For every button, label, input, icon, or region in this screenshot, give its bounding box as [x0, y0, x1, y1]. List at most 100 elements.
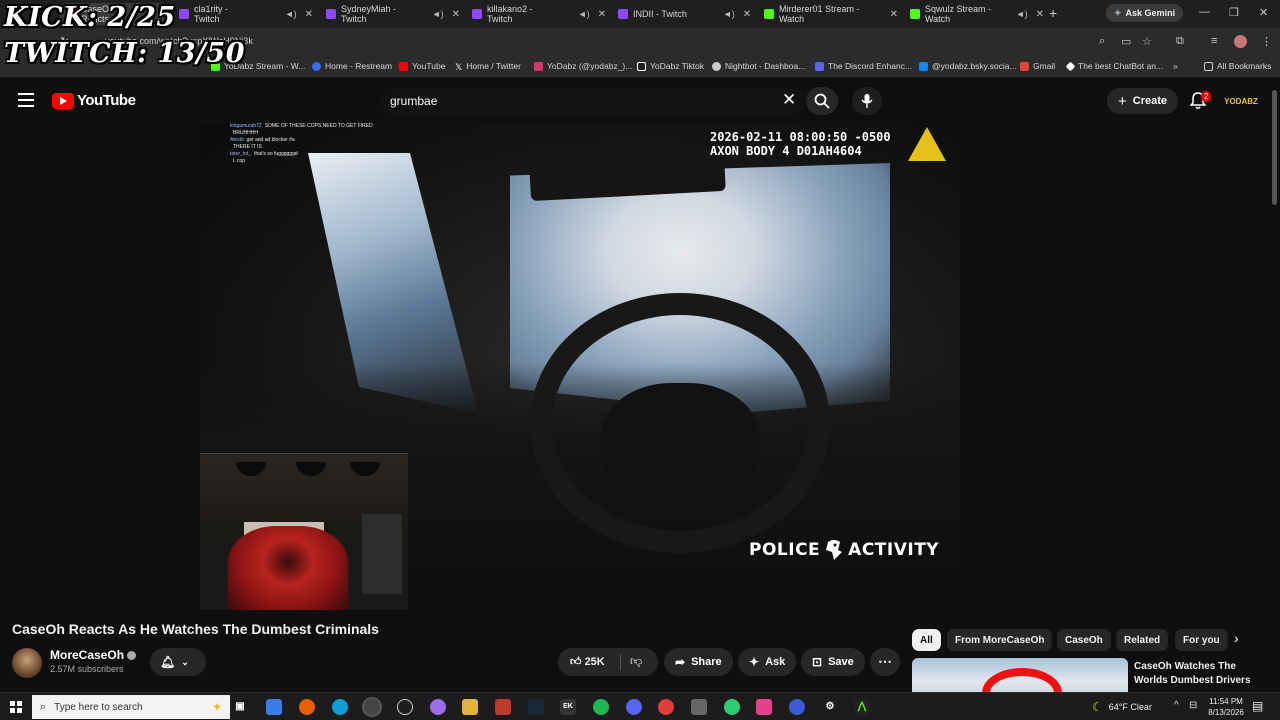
chrome-icon[interactable] — [364, 699, 380, 715]
share-button[interactable]: ➦ Share — [664, 648, 733, 676]
settings-gear-icon[interactable]: ⚙ — [822, 699, 838, 715]
steam-icon[interactable] — [528, 699, 544, 715]
speaker-icon[interactable]: ◄) — [578, 9, 590, 19]
app-icon[interactable] — [658, 699, 674, 715]
bookmark-item[interactable]: Home - Restream — [312, 61, 392, 71]
app-icon[interactable]: ⋀ — [854, 699, 870, 715]
thumbs-down-icon[interactable]: 👎︎ — [630, 654, 642, 669]
zoom-icon[interactable]: ⌕ — [1099, 35, 1105, 48]
bookmark-item[interactable]: YoDabz (@yodabz_)... — [534, 61, 632, 71]
bookmark-star-icon[interactable]: ☆ — [1142, 35, 1152, 48]
youtube-logo[interactable]: YouTube — [52, 92, 136, 109]
save-button[interactable]: ⊡ Save — [801, 648, 865, 676]
extensions-icon[interactable]: ⧉ — [1176, 35, 1184, 48]
subscribe-notification-button[interactable]: 🔔︎ ⌄ — [150, 648, 206, 676]
ask-button[interactable]: ✦ Ask — [738, 648, 797, 676]
speaker-icon[interactable]: ◄) — [432, 9, 444, 19]
close-tab-icon[interactable]: ✕ — [452, 9, 460, 20]
notification-center-icon[interactable]: ▤ — [1252, 699, 1263, 713]
close-tab-icon[interactable]: ✕ — [305, 9, 313, 20]
firefox-icon[interactable] — [299, 699, 315, 715]
speaker-icon[interactable]: ◄) — [285, 9, 297, 19]
chip-caseoh[interactable]: CaseOh — [1057, 629, 1111, 651]
app-icon[interactable] — [724, 699, 740, 715]
app-icon[interactable]: EK — [560, 699, 576, 715]
new-tab-button[interactable]: + — [1049, 5, 1057, 21]
spotify-icon[interactable] — [593, 699, 609, 715]
video-player[interactable]: 2026-02-11 08:00:50 -0500 AXON BODY 4 D0… — [200, 123, 960, 610]
tab-cla1rity[interactable]: cla1rity - Twitch ◄) ✕ — [173, 3, 313, 25]
hamburger-menu-icon[interactable] — [18, 93, 34, 111]
bookmark-item[interactable]: YouTube — [399, 61, 445, 71]
bookmark-item[interactable]: YoDabz Tiktok — [637, 61, 704, 71]
channel-avatar[interactable] — [12, 648, 42, 678]
bookmark-item[interactable]: Gmail — [1020, 61, 1055, 71]
discord-icon[interactable] — [626, 699, 642, 715]
speaker-icon[interactable]: ◄) — [1016, 9, 1028, 19]
discord-icon — [815, 61, 824, 71]
windows-start-icon[interactable] — [10, 701, 22, 713]
recommended-thumbnail[interactable] — [912, 658, 1128, 696]
copilot-icon[interactable] — [266, 699, 282, 715]
chevron-up-icon[interactable]: ^ — [1174, 700, 1179, 711]
bookmarks-overflow-icon[interactable]: » — [1173, 61, 1178, 71]
tab-killakano2[interactable]: killakano2 - Twitch ◄) ✕ — [466, 3, 606, 25]
speaker-icon[interactable]: ◄) — [723, 9, 735, 19]
app-icon[interactable] — [495, 699, 511, 715]
all-bookmarks-button[interactable]: All Bookmarks — [1204, 61, 1271, 71]
recommended-title[interactable]: CaseOh Watches The Worlds Dumbest Driver… — [1134, 660, 1264, 688]
bookmark-item[interactable]: The Discord Enhanc... — [815, 61, 912, 71]
tab-sqwulz[interactable]: Sqwulz Stream - Watch ◄) ✕ — [904, 3, 1044, 25]
close-tab-icon[interactable]: ✕ — [890, 9, 898, 20]
close-tab-icon[interactable]: ✕ — [598, 9, 606, 20]
twitch-tab-icon — [618, 9, 628, 19]
more-actions-icon[interactable]: ⋯ — [870, 648, 900, 676]
chevron-down-icon: ⌄ — [181, 656, 189, 667]
menu-icon[interactable]: ⋮ — [1261, 35, 1272, 48]
like-button[interactable]: 👍︎ 25K — [570, 655, 605, 668]
cast-icon[interactable]: ▭ — [1121, 35, 1131, 48]
obs-icon[interactable] — [397, 699, 413, 715]
close-window-icon[interactable]: ✕ — [1259, 6, 1268, 19]
maximize-icon[interactable]: ❐ — [1229, 6, 1239, 19]
tab-search-icon[interactable]: ≡ — [1211, 35, 1217, 47]
bookmark-label: YoDabz Tiktok — [650, 61, 705, 71]
chip-from-morecaseoh[interactable]: From MoreCaseOh — [947, 629, 1053, 651]
bookmark-item[interactable]: Nightbot - Dashboa... — [712, 61, 805, 71]
tab-indii[interactable]: INDII - Twitch ◄) ✕ — [612, 3, 752, 25]
app-icon[interactable] — [430, 699, 446, 715]
app-icon[interactable] — [789, 699, 805, 715]
system-clock[interactable]: 11:54 PM 8/13/2026 — [1206, 696, 1246, 718]
close-tab-icon[interactable]: ✕ — [743, 9, 751, 20]
ask-gemini-button[interactable]: ✦ Ask Gemini — [1106, 4, 1184, 22]
bookmark-item[interactable]: The best ChatBot an... — [1065, 61, 1163, 71]
chevron-right-icon[interactable]: › — [1234, 630, 1239, 646]
search-input[interactable]: grumbae ✕ — [380, 87, 806, 115]
account-avatar[interactable]: YODABZ — [1224, 92, 1258, 110]
task-view-icon[interactable]: ▣ — [232, 699, 248, 715]
voice-search-button[interactable] — [852, 87, 882, 115]
edge-icon[interactable] — [332, 699, 348, 715]
file-explorer-icon[interactable] — [462, 699, 478, 715]
weather-widget[interactable]: ☾ 64°F Clear — [1092, 700, 1152, 714]
chat-user: tater_tot_ — [230, 151, 252, 157]
chip-all[interactable]: All — [912, 629, 941, 651]
profile-avatar[interactable] — [1234, 35, 1247, 48]
tiktok-icon[interactable] — [756, 699, 772, 715]
network-icon[interactable]: ⊟ — [1189, 700, 1197, 711]
bookmark-item[interactable]: @yodabz.bsky.socia... — [919, 61, 1017, 71]
minimize-icon[interactable]: — — [1199, 6, 1210, 18]
app-icon[interactable] — [691, 699, 707, 715]
channel-name[interactable]: MoreCaseOh — [50, 648, 137, 662]
taskbar-search-input[interactable]: ⌕ Type here to search ✦ — [32, 695, 230, 719]
create-button[interactable]: + Create — [1107, 88, 1179, 114]
tab-sydneymiah[interactable]: SydneyMiah - Twitch ◄) ✕ — [320, 3, 460, 25]
bookmark-item[interactable]: 𝕏 Home / Twitter — [455, 61, 521, 72]
close-tab-icon[interactable]: ✕ — [1036, 9, 1044, 20]
tab-mirderer01[interactable]: Mirderer01 Stream - Watch ✕ — [758, 3, 898, 25]
clear-search-icon[interactable]: ✕ — [782, 90, 796, 110]
chip-related[interactable]: Related — [1116, 629, 1169, 651]
page-scrollbar[interactable] — [1272, 90, 1277, 205]
chip-for-you[interactable]: For you — [1175, 629, 1228, 651]
search-button[interactable] — [806, 87, 838, 115]
